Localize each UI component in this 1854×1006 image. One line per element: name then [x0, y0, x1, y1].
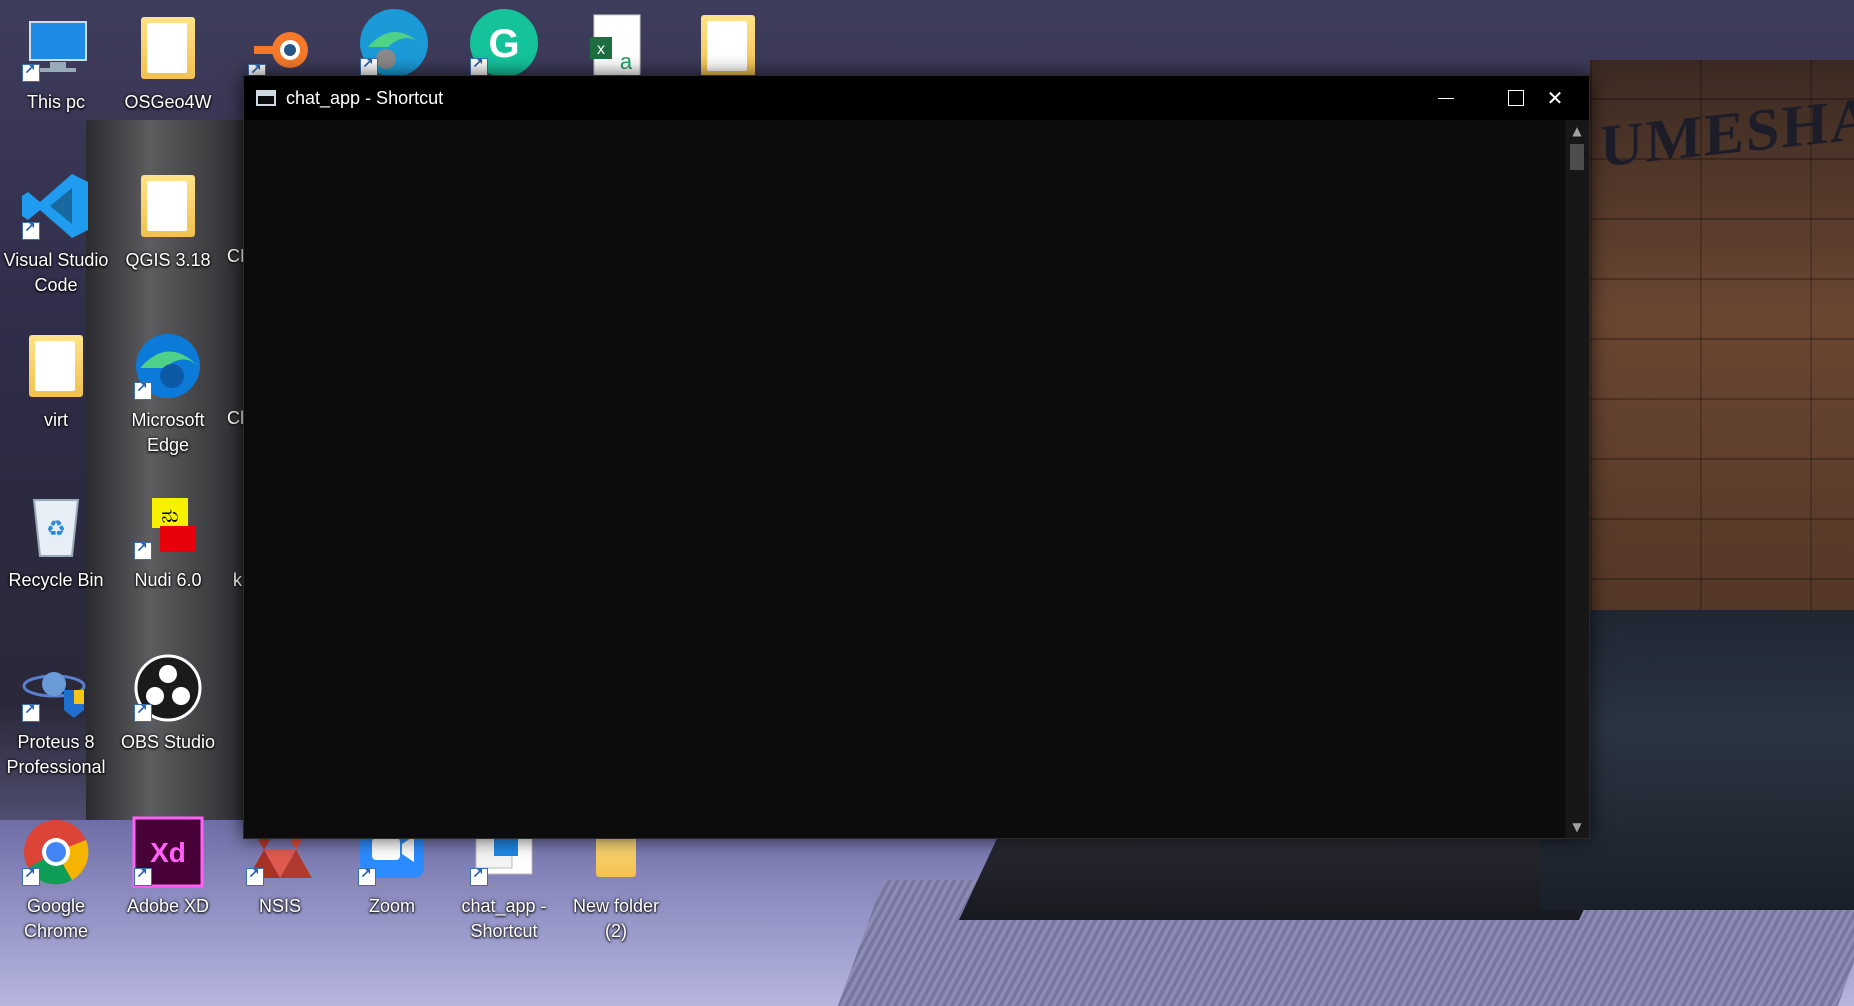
icon-label: Adobe XD — [126, 896, 210, 916]
icon-label: OBS Studio — [120, 732, 216, 752]
console-window[interactable]: chat_app - Shortcut ✕ ▲ ▼ — [243, 75, 1590, 839]
icon-label: NSIS — [258, 896, 301, 916]
desktop-icon-folder-top[interactable] — [674, 10, 782, 82]
icon-label: Visual Studio Code — [3, 250, 109, 295]
recycle-bin-icon: ♻ — [20, 490, 92, 562]
minimize-button[interactable] — [1411, 76, 1481, 120]
shortcut-arrow-icon — [134, 866, 152, 886]
icon-label: Proteus 8 Professional — [6, 732, 106, 777]
edge-icon — [132, 330, 204, 402]
desktop-icon-vscode[interactable]: Visual Studio Code — [2, 170, 110, 298]
svg-text:G: G — [488, 22, 519, 66]
grammarly-icon: G — [468, 6, 540, 78]
console-icon — [256, 90, 276, 106]
folder-icon — [20, 330, 92, 402]
icon-label: This pc — [26, 92, 86, 112]
desktop-icon-proteus[interactable]: Proteus 8 Professional — [2, 652, 110, 780]
shortcut-arrow-icon — [22, 220, 40, 240]
scroll-down-button[interactable]: ▼ — [1565, 816, 1589, 838]
svg-text:ನು: ನು — [161, 503, 178, 527]
desktop-icon-recycle-bin[interactable]: ♻ Recycle Bin — [2, 490, 110, 593]
icon-label: virt — [44, 410, 68, 430]
close-button[interactable]: ✕ — [1521, 76, 1589, 120]
desktop-icon-qgis[interactable]: QGIS 3.18 — [114, 170, 222, 273]
adobe-xd-icon: Xd — [132, 816, 204, 888]
svg-text:♻: ♻ — [46, 517, 66, 542]
shortcut-arrow-icon — [246, 866, 264, 886]
window-titlebar[interactable]: chat_app - Shortcut ✕ — [244, 76, 1589, 120]
close-icon: ✕ — [1546, 86, 1564, 110]
shortcut-arrow-icon — [134, 380, 152, 400]
desktop-icon-excel-file[interactable]: xa — [562, 10, 670, 82]
icon-label: Microsoft Edge — [131, 410, 205, 455]
desktop-icon-edge-beta[interactable] — [340, 6, 448, 78]
chevron-up-icon: ▲ — [1572, 124, 1582, 138]
desktop: UMESHA R G xa This pc — [0, 0, 1854, 1006]
icon-label: chat_app - Shortcut — [461, 896, 547, 941]
icon-label: Recycle Bin — [8, 570, 104, 590]
svg-text:x: x — [597, 41, 605, 58]
blender-icon — [246, 12, 318, 84]
shortcut-arrow-icon — [358, 866, 376, 886]
chrome-icon — [20, 816, 92, 888]
scrollbar-thumb[interactable] — [1570, 144, 1584, 170]
desktop-icon-microsoft-edge[interactable]: Microsoft Edge — [114, 330, 222, 458]
shortcut-arrow-icon — [360, 56, 378, 76]
shortcut-arrow-icon — [134, 702, 152, 722]
shortcut-arrow-icon — [470, 866, 488, 886]
nudi-icon: ನು — [132, 490, 204, 562]
minimize-icon — [1438, 97, 1454, 99]
desktop-icon-adobe-xd[interactable]: Xd Adobe XD — [114, 816, 222, 919]
icon-label: Google Chrome — [23, 896, 89, 941]
desktop-icon-virt[interactable]: virt — [2, 330, 110, 433]
shortcut-arrow-icon — [22, 866, 40, 886]
vertical-scrollbar[interactable]: ▲ ▼ — [1565, 120, 1589, 838]
desktop-icon-this-pc[interactable]: This pc — [2, 12, 110, 115]
scroll-up-button[interactable]: ▲ — [1565, 120, 1589, 142]
icon-label: New folder (2) — [572, 896, 660, 941]
icon-label: Nudi 6.0 — [134, 570, 202, 590]
wallpaper-table — [959, 830, 1621, 920]
console-output-area[interactable] — [244, 120, 1565, 838]
folder-icon — [132, 170, 204, 242]
edge-beta-icon — [358, 6, 430, 78]
desktop-icon-grammarly[interactable]: G — [450, 6, 558, 78]
shortcut-arrow-icon — [134, 540, 152, 560]
excel-icon: xa — [580, 10, 652, 82]
icon-label: Zoom — [368, 896, 415, 916]
icon-label: OSGeo4W — [124, 92, 212, 112]
desktop-icon-google-chrome[interactable]: Google Chrome — [2, 816, 110, 944]
icon-label: QGIS 3.18 — [125, 250, 211, 270]
desktop-icon-blender[interactable] — [228, 12, 336, 84]
svg-text:a: a — [620, 49, 633, 74]
desktop-icon-nudi[interactable]: ನು Nudi 6.0 — [114, 490, 222, 593]
folder-icon — [132, 12, 204, 84]
partial-icon-label: k — [233, 570, 242, 590]
shortcut-arrow-icon — [22, 702, 40, 722]
window-title: chat_app - Shortcut — [286, 87, 444, 108]
desktop-icon-obs-studio[interactable]: OBS Studio — [114, 652, 222, 755]
shortcut-arrow-icon — [22, 62, 40, 82]
vscode-icon — [20, 170, 92, 242]
chevron-down-icon: ▼ — [1572, 820, 1582, 834]
monitor-icon — [20, 12, 92, 84]
folder-icon — [692, 10, 764, 82]
shortcut-arrow-icon — [470, 56, 488, 76]
desktop-icon-osgeo4w[interactable]: OSGeo4W — [114, 12, 222, 115]
obs-icon — [132, 652, 204, 724]
proteus-icon — [20, 652, 92, 724]
svg-text:Xd: Xd — [150, 837, 186, 868]
